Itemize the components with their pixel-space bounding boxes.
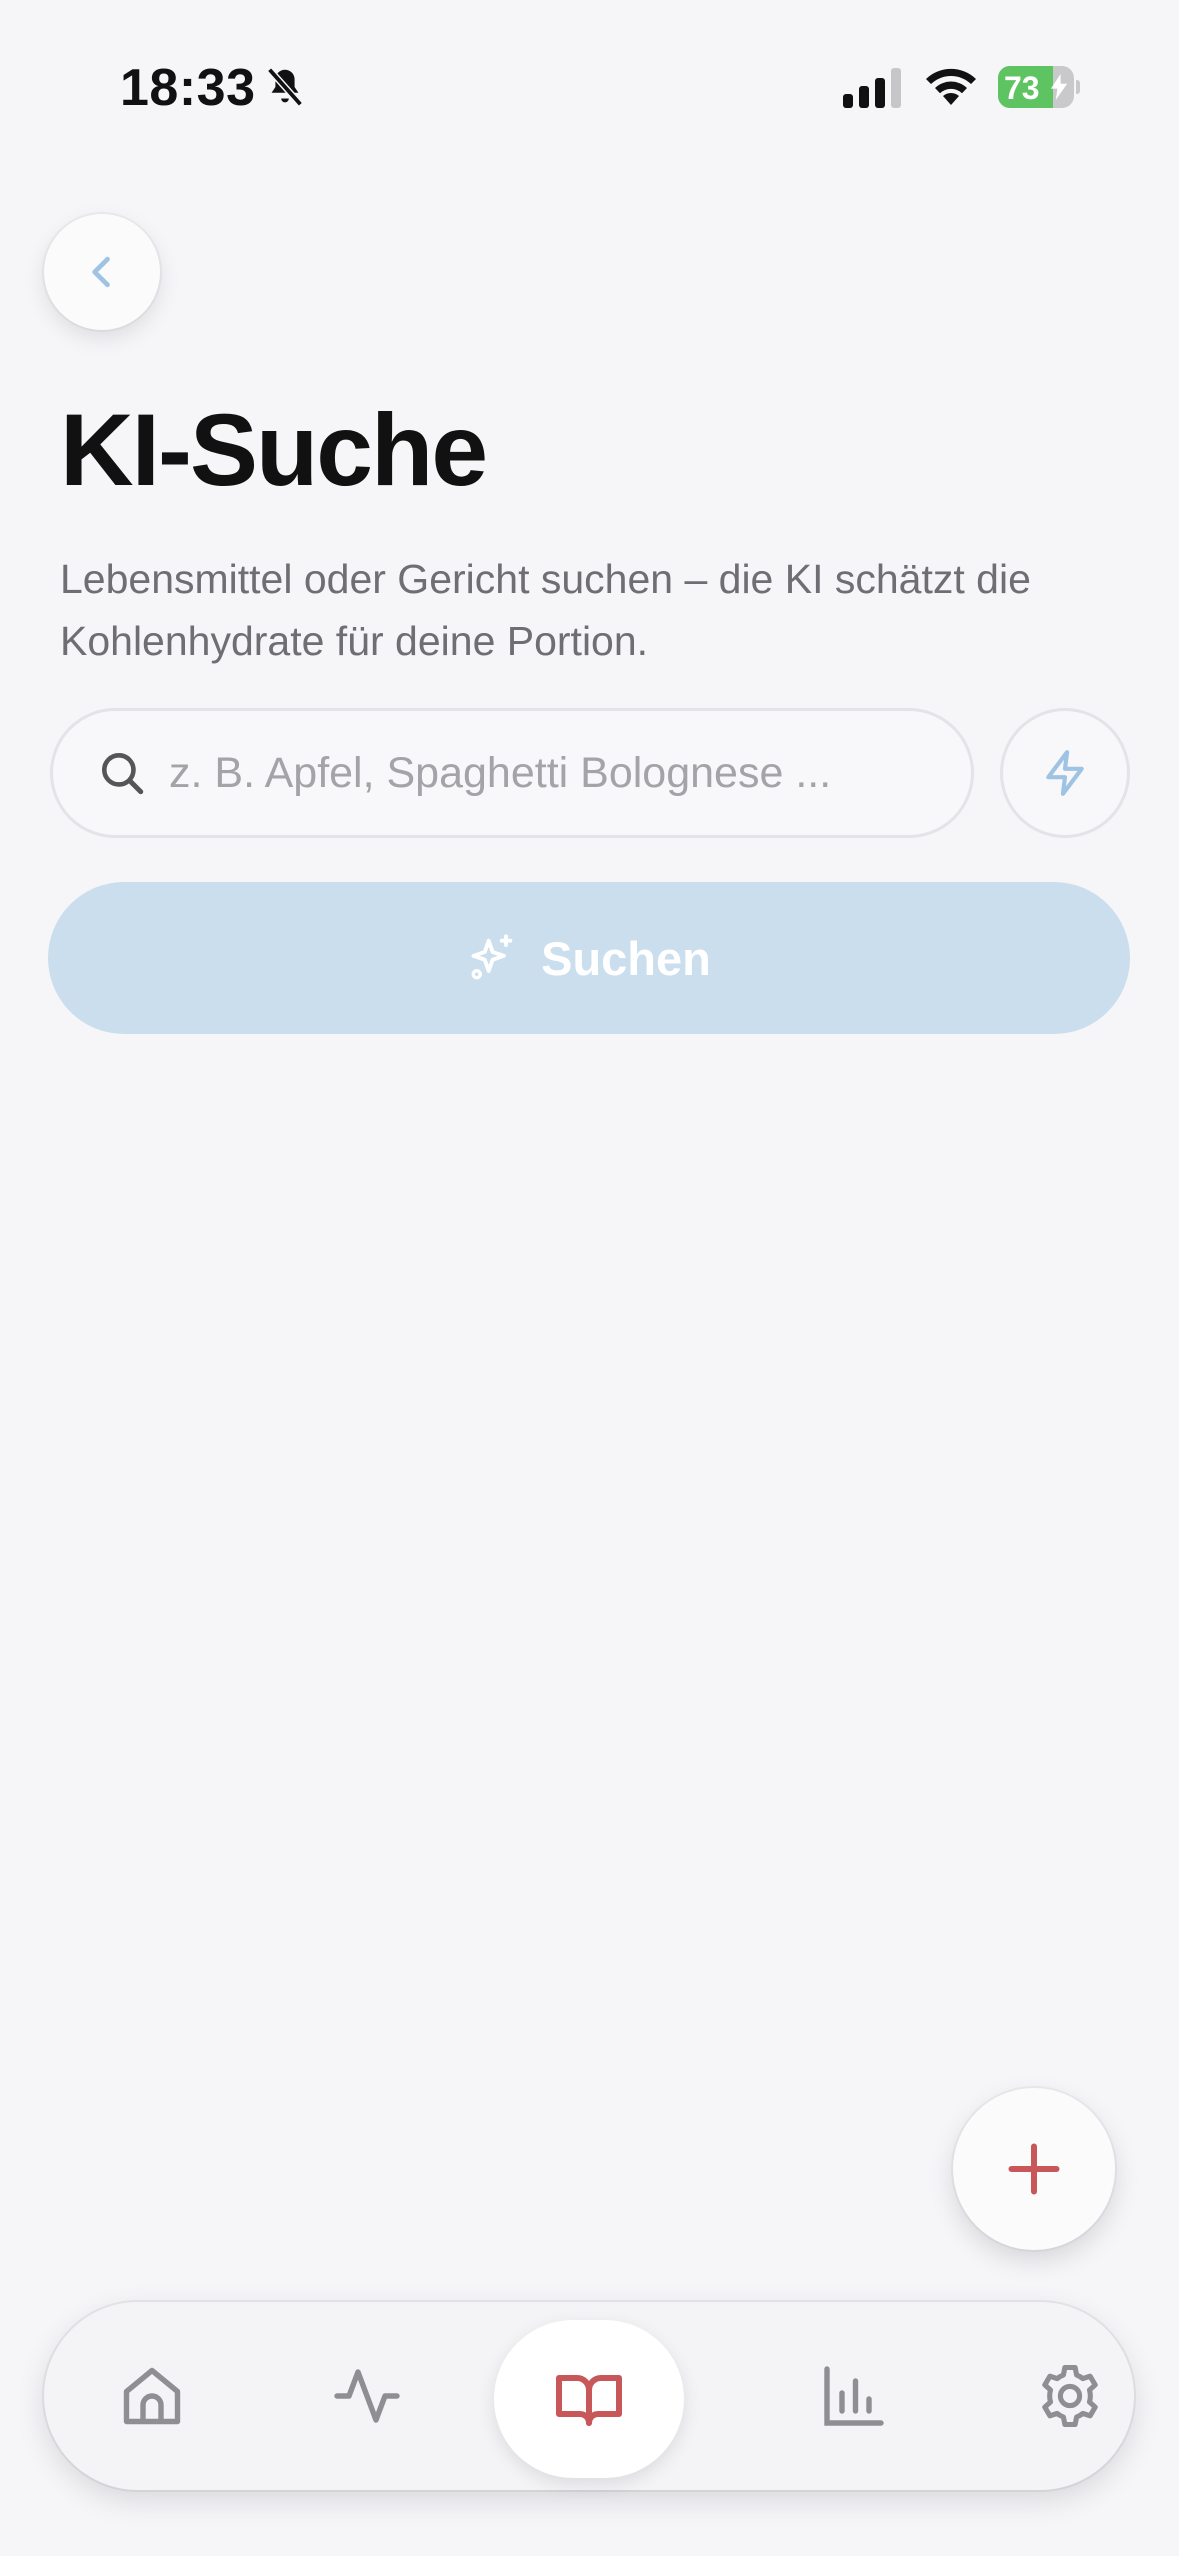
page-title: KI-Suche	[60, 393, 488, 507]
sparkles-icon	[471, 934, 513, 980]
lightning-bolt-icon	[1046, 750, 1084, 796]
search-input[interactable]	[169, 711, 971, 835]
tab-settings[interactable]	[990, 2302, 1150, 2490]
battery-percent: 73	[1004, 70, 1040, 106]
tab-food-log[interactable]	[494, 2320, 684, 2478]
battery-charging-icon: 73	[998, 66, 1080, 108]
quick-search-button[interactable]	[1000, 708, 1130, 838]
chevron-left-icon	[92, 256, 110, 288]
search-icon	[102, 753, 144, 795]
search-submit-button[interactable]: Suchen	[48, 882, 1130, 1034]
cellular-signal-icon	[843, 68, 901, 108]
tab-statistics[interactable]	[774, 2302, 934, 2490]
gear-icon	[1042, 2364, 1098, 2428]
plus-icon	[1008, 2143, 1060, 2195]
search-button-label: Suchen	[541, 931, 711, 985]
status-time: 18:33	[120, 59, 256, 117]
tab-bar	[44, 2302, 1134, 2490]
battery-body: 73	[998, 66, 1074, 108]
bar-chart-icon	[824, 2366, 884, 2426]
book-open-icon	[556, 2375, 622, 2426]
wifi-icon	[926, 68, 976, 105]
search-field[interactable]	[50, 708, 974, 838]
activity-pulse-icon	[334, 2369, 400, 2423]
battery-tip	[1076, 80, 1080, 94]
back-button[interactable]	[44, 214, 160, 330]
bell-slash-icon	[267, 67, 303, 107]
bolt-icon	[1050, 74, 1068, 100]
add-button[interactable]	[953, 2088, 1115, 2250]
tab-activity[interactable]	[287, 2302, 447, 2490]
page-subtitle: Lebensmittel oder Gericht suchen – die K…	[60, 556, 1031, 664]
home-icon	[123, 2367, 181, 2425]
tab-home[interactable]	[72, 2302, 232, 2490]
ki-search-screen: 18:33 73 KI-Suche Lebensmittel oder Geri…	[0, 0, 1179, 2556]
